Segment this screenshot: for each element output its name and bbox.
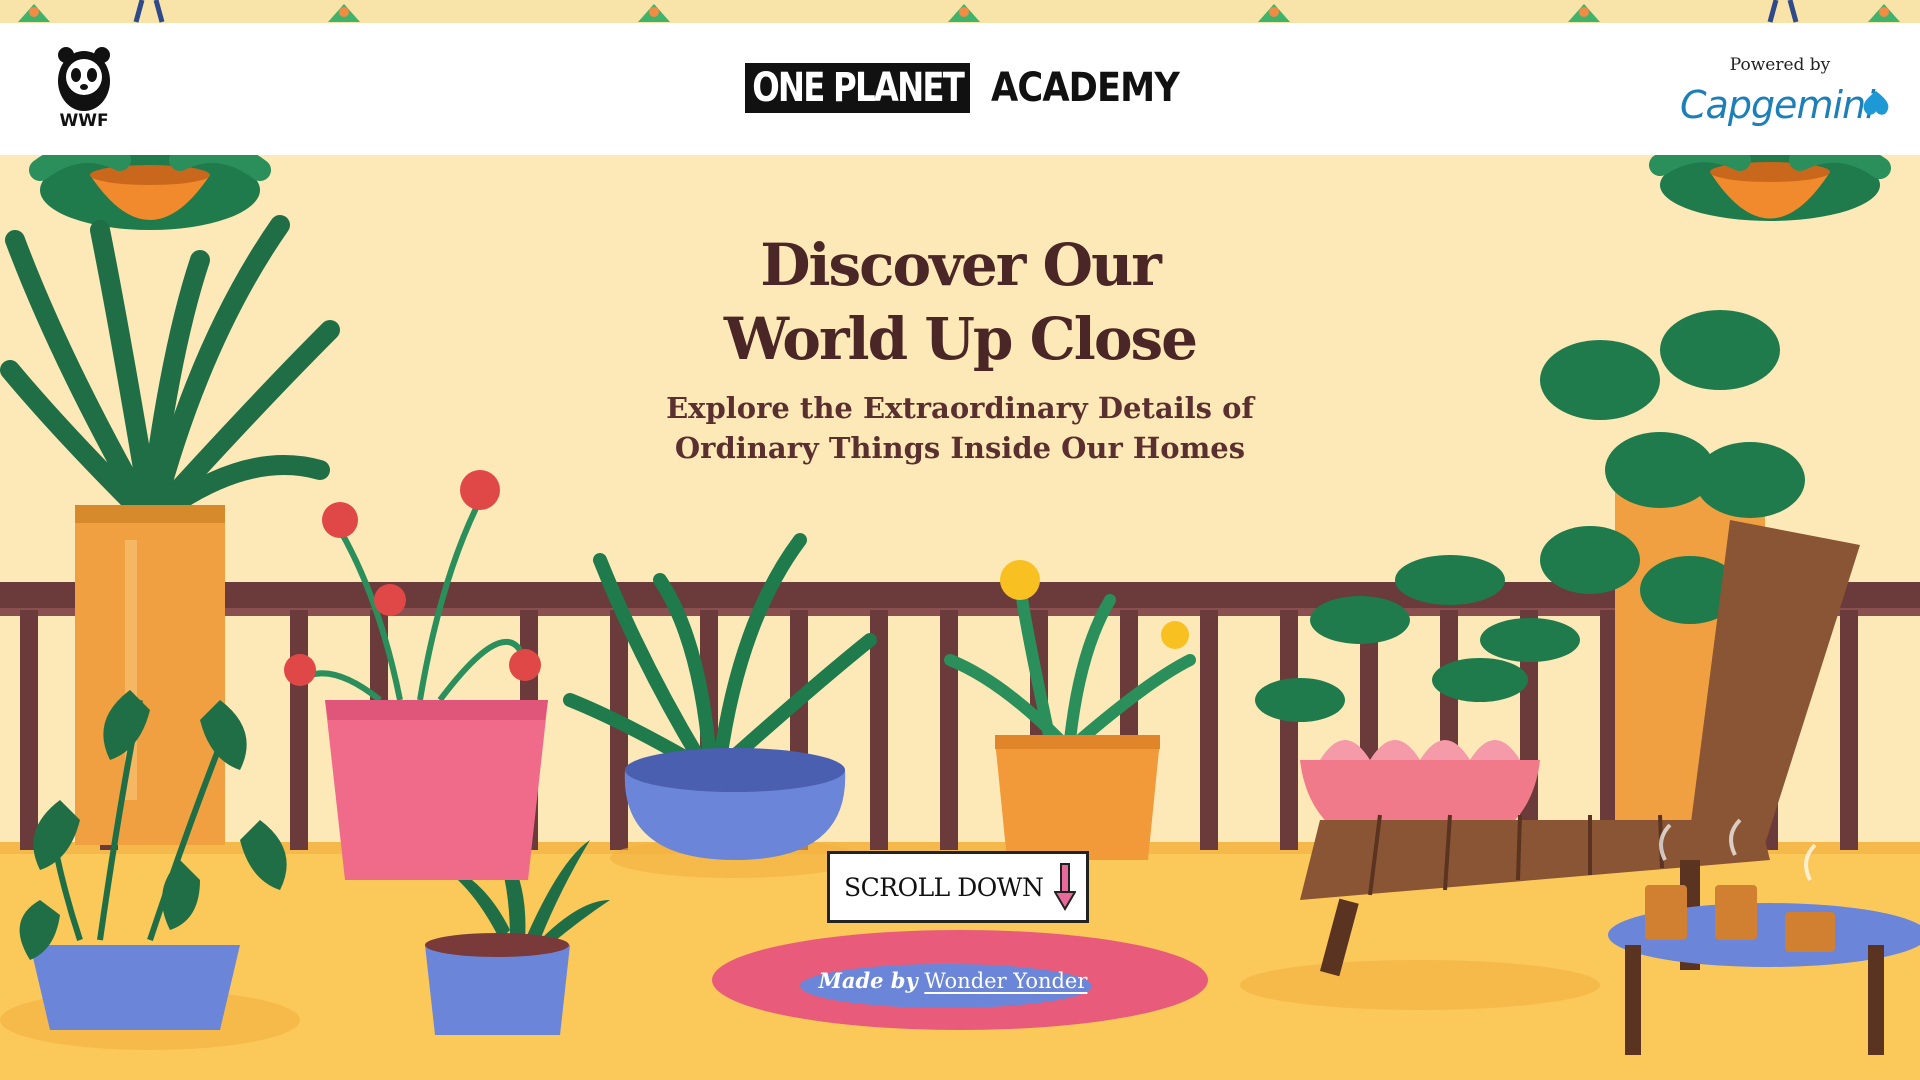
- hanging-plant-left: [29, 141, 271, 230]
- hero-title: Discover Our World Up Close: [640, 228, 1280, 376]
- made-by-credit: Made by Wonder Yonder: [808, 968, 1098, 993]
- hero-subtitle-line1: Explore the Extraordinary Details of: [666, 391, 1254, 425]
- scroll-down-label: SCROLL DOWN: [844, 873, 1044, 902]
- arrow-down-icon: [1054, 863, 1076, 911]
- wwf-logo[interactable]: WWF: [52, 43, 116, 143]
- powered-by-block[interactable]: Powered by Capgemini: [1680, 55, 1889, 127]
- capgemini-logo: Capgemini: [1680, 83, 1876, 127]
- scroll-down-button[interactable]: SCROLL DOWN: [827, 851, 1089, 923]
- brand-text: ACADEMY: [991, 65, 1180, 111]
- one-planet-academy-logo[interactable]: ONE PLANET ACADEMY: [745, 61, 1205, 115]
- hero-subtitle: Explore the Extraordinary Details of Ord…: [640, 388, 1280, 468]
- wwf-label: WWF: [59, 111, 109, 131]
- hanging-plant-right: [1649, 140, 1891, 221]
- panda-icon: [58, 47, 110, 111]
- garland-decoration: [0, 0, 1920, 24]
- powered-by-label: Powered by: [1729, 55, 1831, 75]
- spade-icon: [1863, 91, 1889, 115]
- wonder-yonder-link[interactable]: Wonder Yonder: [924, 969, 1087, 993]
- hero-title-line2: World Up Close: [723, 305, 1198, 373]
- site-header: WWF ONE PLANET ACADEMY Powered by Capgem…: [0, 23, 1920, 155]
- hero-subtitle-line2: Ordinary Things Inside Our Homes: [674, 431, 1246, 465]
- hero-title-line1: Discover Our: [760, 231, 1162, 299]
- brand-box: ONE PLANET: [745, 63, 971, 113]
- made-by-prefix: Made by: [818, 968, 918, 993]
